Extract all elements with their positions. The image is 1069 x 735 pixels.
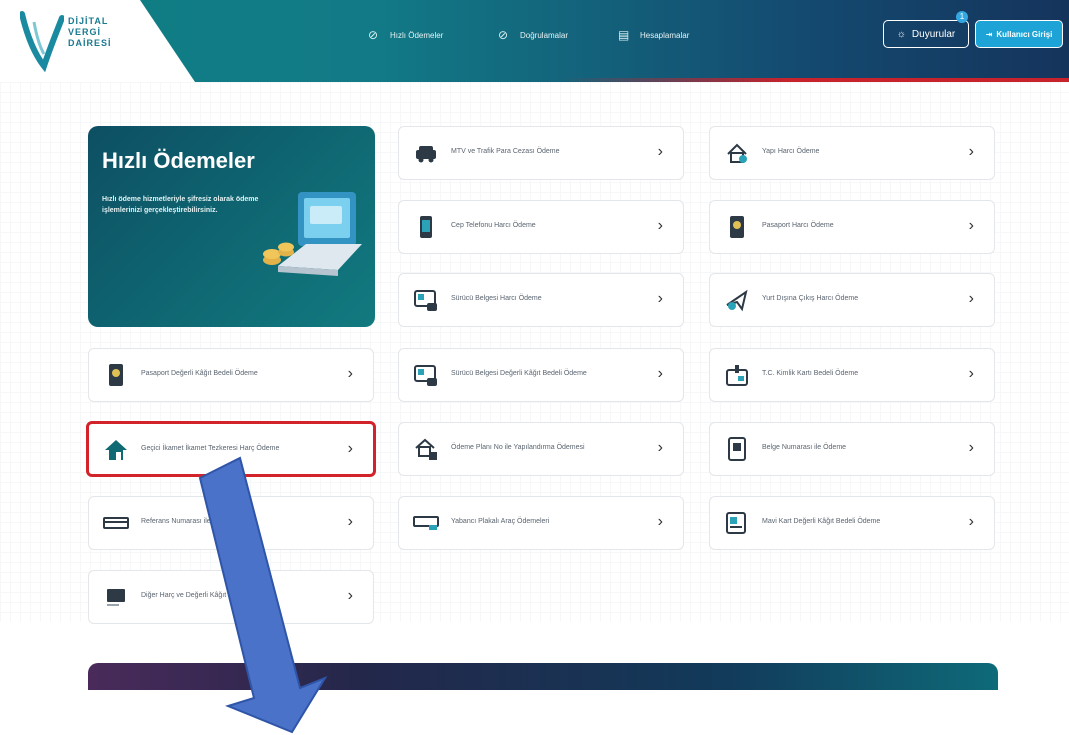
nav-hizli-odemeler[interactable]: ⊘ Hızlı Ödemeler [368, 28, 443, 42]
plate-icon [413, 516, 439, 530]
nav-label: Hızlı Ödemeler [390, 30, 444, 40]
other-icon [107, 589, 125, 606]
card-icon [103, 517, 129, 529]
login-icon: ⇥ [985, 29, 993, 39]
house-doc-icon [727, 143, 747, 163]
card-label: Mavi Kart Değerli Kâğıt Bedeli Ödeme [762, 518, 881, 525]
logo-line-1: DİJİTAL [68, 16, 109, 26]
laptop-coins-icon [263, 192, 362, 276]
card-cep-telefonu[interactable]: Cep Telefonu Harcı Ödeme › [398, 200, 684, 254]
login-label: Kullanıcı Girişi [996, 29, 1053, 39]
card-label: Pasaport Harcı Ödeme [762, 222, 834, 229]
card-belge-no[interactable]: Belge Numarası ile Ödeme › [709, 422, 995, 476]
card-label: Cep Telefonu Harcı Ödeme [451, 222, 536, 229]
card-mtv[interactable]: MTV ve Trafik Para Cezası Ödeme › [398, 126, 684, 180]
card-pasaport-kagit[interactable]: Pasaport Değerli Kâğıt Bedeli Ödeme › [88, 348, 374, 402]
card-label: Ödeme Planı No ile Yapılandırma Ödemesi [451, 444, 585, 451]
announcements-label: Duyurular [911, 28, 956, 40]
chevron-right-icon: › [968, 439, 974, 456]
plan-icon [415, 438, 437, 460]
chevron-right-icon: › [968, 290, 974, 307]
card-label: Sürücü Belgesi Değerli Kâğıt Bedeli Ödem… [451, 370, 587, 377]
plane-icon [726, 289, 748, 312]
chevron-right-icon: › [657, 365, 663, 382]
chevron-right-icon: › [657, 513, 663, 530]
card-diger-harc[interactable]: Diğer Harç ve Değerli Kâğıt Bedeli Ödeme… [88, 570, 374, 624]
nav-label: Doğrulamalar [520, 30, 569, 40]
document-icon [728, 437, 746, 461]
card-tc-kimlik[interactable]: T.C. Kimlik Kartı Bedeli Ödeme › [709, 348, 995, 402]
chevron-right-icon: › [657, 439, 663, 456]
logo-line-3: DAİRESİ [68, 38, 112, 48]
card-surucu-kagit[interactable]: Sürücü Belgesi Değerli Kâğıt Bedeli Ödem… [398, 348, 684, 402]
card-label: Referans Numarası ile Ödeme [141, 518, 236, 525]
card-label: Belge Numarası ile Ödeme [762, 444, 847, 451]
nav-hesaplamalar[interactable]: ▤ Hesaplamalar [618, 28, 689, 42]
card-label: Yapı Harcı Ödeme [762, 148, 820, 155]
card-yurt-disi[interactable]: Yurt Dışına Çıkış Harcı Ödeme › [709, 273, 995, 327]
chevron-right-icon: › [657, 143, 663, 160]
card-mavi-kart[interactable]: Mavi Kart Değerli Kâğıt Bedeli Ödeme › [709, 496, 995, 550]
passport-icon [730, 216, 744, 238]
nav-dogrulamalar[interactable]: ⊘ Doğrulamalar [498, 28, 568, 42]
card-surucu-belgesi[interactable]: Sürücü Belgesi Harcı Ödeme › [398, 273, 684, 327]
nav-label: Hesaplamalar [640, 30, 690, 40]
card-pasaport[interactable]: Pasaport Harcı Ödeme › [709, 200, 995, 254]
home-icon [105, 440, 127, 460]
page-footer-space [0, 690, 1069, 735]
login-button[interactable]: ⇥ Kullanıcı Girişi [975, 20, 1063, 48]
license-icon [414, 365, 437, 386]
phone-icon [420, 216, 432, 238]
card-label: Pasaport Değerli Kâğıt Bedeli Ödeme [141, 370, 258, 377]
card-label: T.C. Kimlik Kartı Bedeli Ödeme [762, 370, 859, 377]
card-gecici-ikamet[interactable]: Geçici İkamet İkamet Tezkeresi Harç Ödem… [86, 421, 376, 477]
chevron-right-icon: › [347, 440, 353, 457]
dvd-logo-icon [20, 11, 64, 72]
chevron-right-icon: › [968, 217, 974, 234]
card-label: Geçici İkamet İkamet Tezkeresi Harç Ödem… [141, 445, 280, 452]
card-odeme-plani[interactable]: Ödeme Planı No ile Yapılandırma Ödemesi … [398, 422, 684, 476]
card-label: MTV ve Trafik Para Cezası Ödeme [451, 148, 560, 155]
card-label: Yabancı Plakalı Araç Ödemeleri [451, 518, 550, 525]
hero-banner: Hızlı Ödemeler Hızlı ödeme hizmetleriyle… [88, 126, 375, 327]
card-label: Diğer Harç ve Değerli Kâğıt Bedeli Ödeme [141, 592, 273, 599]
card-yabanci-plaka[interactable]: Yabancı Plakalı Araç Ödemeleri › [398, 496, 684, 550]
chevron-right-icon: › [347, 365, 353, 382]
coin-icon: ⊘ [368, 28, 379, 42]
card-referans[interactable]: Referans Numarası ile Ödeme › [88, 496, 374, 550]
license-icon [414, 290, 437, 311]
bluecard-icon [726, 512, 746, 534]
announcements-badge: 1 [956, 11, 968, 23]
announcements-button[interactable]: ☼ Duyurular [883, 20, 969, 48]
card-label: Yurt Dışına Çıkış Harcı Ödeme [762, 295, 859, 302]
card-label: Sürücü Belgesi Harcı Ödeme [451, 295, 542, 302]
card-yapi[interactable]: Yapı Harcı Ödeme › [709, 126, 995, 180]
calculator-icon: ▤ [618, 28, 630, 42]
logo-text: DİJİTAL VERGİ DAİRESİ [68, 16, 112, 49]
chevron-right-icon: › [968, 513, 974, 530]
chevron-right-icon: › [657, 217, 663, 234]
logo-line-2: VERGİ [68, 27, 102, 37]
car-icon [416, 146, 436, 163]
idcard-icon [726, 365, 748, 386]
chevron-right-icon: › [347, 513, 353, 530]
chevron-right-icon: › [968, 365, 974, 382]
bell-icon: ☼ [896, 28, 906, 40]
passport-icon [109, 364, 123, 386]
hero-title: Hızlı Ödemeler [102, 148, 255, 173]
chevron-right-icon: › [657, 290, 663, 307]
chevron-right-icon: › [347, 587, 353, 604]
check-icon: ⊘ [498, 28, 509, 42]
hero-description: Hızlı ödeme hizmetleriyle şifresiz olara… [102, 196, 259, 214]
chevron-right-icon: › [968, 143, 974, 160]
